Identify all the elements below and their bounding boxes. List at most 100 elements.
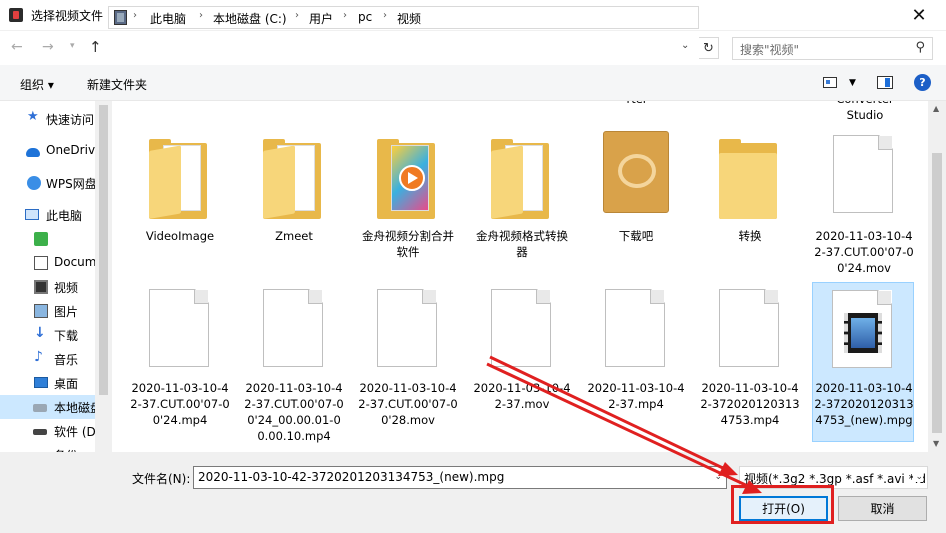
sidebar-item-green-app[interactable] bbox=[0, 227, 95, 251]
file-item-label: 2020-11-03-10-42-37.CUT.00'07-00'28.mov bbox=[358, 381, 458, 427]
file-item-label: 转换 bbox=[738, 229, 762, 243]
folder-item[interactable]: 转换 bbox=[699, 133, 801, 263]
folder-item[interactable]: VideoImage bbox=[129, 133, 231, 263]
sidebar-item-documents[interactable]: Documents bbox=[0, 251, 95, 275]
view-options-chevron-icon[interactable]: ▼ bbox=[849, 78, 856, 88]
filename-input[interactable]: 2020-11-03-10-42-3720201203134753_(new).… bbox=[193, 466, 727, 489]
filename-value: 2020-11-03-10-42-3720201203134753_(new).… bbox=[198, 470, 505, 484]
music-icon: ♪ bbox=[34, 349, 43, 365]
sidebar-item-local-disk-c[interactable]: 本地磁盘 (C:) bbox=[0, 395, 95, 419]
sidebar-item-onedrive[interactable]: OneDrive bbox=[0, 139, 95, 163]
computer-icon bbox=[25, 209, 39, 220]
sidebar-item-desktop[interactable]: 桌面 bbox=[0, 371, 95, 395]
file-item-label: 2020-11-03-10-42-37.CUT.00'07-00'24_00.0… bbox=[244, 381, 344, 443]
close-button[interactable]: ✕ bbox=[898, 0, 940, 31]
sidebar-item-label: 音乐 bbox=[54, 353, 79, 367]
breadcrumb-this-pc[interactable]: 此电脑 bbox=[150, 10, 186, 27]
sidebar-item-this-pc[interactable]: 此电脑 bbox=[0, 203, 95, 227]
scroll-up-arrow-icon[interactable]: ▲ bbox=[933, 104, 939, 113]
sidebar-item-label: Documents bbox=[54, 255, 95, 269]
address-dropdown-chevron-icon[interactable]: ⌄ bbox=[681, 40, 689, 51]
sidebar-item-label: 快速访问 bbox=[46, 113, 95, 127]
sidebar-item-music[interactable]: ♪ 音乐 bbox=[0, 347, 95, 371]
wps-cloud-icon bbox=[27, 176, 41, 190]
preview-pane-icon[interactable] bbox=[877, 76, 893, 89]
recent-locations-chevron-icon[interactable]: ▾ bbox=[70, 41, 75, 51]
folder-item[interactable]: 金舟视频格式转换器 bbox=[471, 133, 573, 263]
file-item-label: 下载吧 bbox=[618, 229, 654, 243]
forward-arrow-icon[interactable]: → bbox=[42, 39, 54, 55]
filename-history-chevron-icon[interactable]: ⌄ bbox=[714, 472, 722, 482]
breadcrumb-separator[interactable]: › bbox=[383, 10, 387, 21]
sidebar-item-downloads[interactable]: ↓ 下载 bbox=[0, 323, 95, 347]
picture-icon bbox=[34, 304, 48, 318]
help-icon[interactable]: ? bbox=[914, 74, 931, 91]
organize-menu-button[interactable]: 组织 ▾ bbox=[20, 76, 54, 93]
file-item[interactable]: 2020-11-03-10-42-37.mov bbox=[471, 287, 573, 437]
file-icon bbox=[149, 289, 209, 367]
refresh-icon[interactable]: ↻ bbox=[699, 37, 719, 59]
breadcrumb-separator[interactable]: › bbox=[199, 10, 203, 21]
file-item-label: 2020-11-03-10-42-3720201203134753_(new).… bbox=[814, 381, 914, 427]
breadcrumb-pc[interactable]: pc bbox=[358, 10, 372, 24]
breadcrumb-separator[interactable]: › bbox=[295, 10, 299, 21]
highlight-annotation-box bbox=[731, 485, 834, 524]
file-item-selected[interactable]: 2020-11-03-10-42-3720201203134753_(new).… bbox=[812, 282, 914, 442]
scrollbar-thumb[interactable] bbox=[99, 105, 108, 395]
back-arrow-icon[interactable]: ← bbox=[11, 39, 23, 55]
file-type-chevron-icon[interactable]: ⌄ bbox=[913, 472, 923, 482]
file-icon bbox=[263, 289, 323, 367]
window-title: 选择视频文件 bbox=[31, 9, 104, 23]
file-item[interactable]: 2020-11-03-10-42-37.CUT.00'07-00'24.mov bbox=[813, 133, 915, 275]
sidebar-item-label: 此电脑 bbox=[46, 209, 83, 223]
sidebar-item-label: 下载 bbox=[54, 329, 79, 343]
file-item[interactable]: 2020-11-03-10-42-37.CUT.00'07-00'28.mov bbox=[357, 287, 459, 437]
file-item-partial[interactable]: rter bbox=[586, 101, 688, 111]
scrollbar-thumb[interactable] bbox=[932, 153, 942, 433]
sidebar-item-label: 图片 bbox=[54, 305, 79, 319]
folder-item[interactable]: Zmeet bbox=[243, 133, 345, 263]
desktop-icon bbox=[34, 377, 48, 388]
document-icon bbox=[34, 256, 48, 270]
navigation-scrollbar[interactable] bbox=[95, 101, 112, 452]
cancel-button[interactable]: 取消 bbox=[838, 496, 927, 521]
star-icon: ★ bbox=[27, 109, 39, 124]
sidebar-item-backup[interactable]: 备份 bbox=[0, 443, 95, 452]
breadcrumb-videos[interactable]: 视频 bbox=[397, 10, 421, 27]
file-icon bbox=[377, 289, 437, 367]
folder-item[interactable]: 金舟视频分割合并软件 bbox=[357, 133, 459, 263]
breadcrumb-users[interactable]: 用户 bbox=[309, 10, 333, 27]
change-view-icon[interactable] bbox=[823, 77, 837, 88]
folder-item[interactable]: 下载吧 bbox=[585, 131, 687, 263]
search-input[interactable]: 搜索"视频" ⚲ bbox=[732, 37, 933, 60]
breadcrumb-separator[interactable]: › bbox=[133, 10, 137, 21]
folder-icon bbox=[491, 139, 549, 219]
sidebar-item-quick-access[interactable]: ★ 快速访问 bbox=[0, 107, 95, 131]
folder-icon bbox=[263, 139, 321, 219]
file-icon bbox=[719, 289, 779, 367]
sidebar-item-pictures[interactable]: 图片 bbox=[0, 299, 95, 323]
file-item[interactable]: 2020-11-03-10-42-37.mp4 bbox=[585, 287, 687, 437]
address-bar[interactable]: › 此电脑 › 本地磁盘 (C:) › 用户 › pc › 视频 bbox=[108, 6, 699, 29]
file-item-label: Zmeet bbox=[275, 229, 313, 243]
file-item-label: 金舟视频格式转换器 bbox=[476, 229, 568, 259]
command-toolbar: 组织 ▾ 新建文件夹 ▼ ? bbox=[0, 65, 946, 101]
content-scrollbar[interactable]: ▲ ▼ bbox=[928, 101, 946, 452]
file-item[interactable]: 2020-11-03-10-42-3720201203134753.mp4 bbox=[699, 287, 801, 437]
up-arrow-icon[interactable]: ↑ bbox=[89, 38, 102, 56]
file-icon bbox=[491, 289, 551, 367]
sidebar-item-wps-cloud[interactable]: WPS网盘 bbox=[0, 171, 95, 195]
file-item-label: 2020-11-03-10-42-37.mp4 bbox=[587, 381, 685, 411]
file-item-partial[interactable]: Converter Studio bbox=[814, 101, 916, 127]
file-item[interactable]: 2020-11-03-10-42-37.CUT.00'07-00'24.mp4 bbox=[129, 287, 231, 437]
file-icon bbox=[833, 135, 893, 213]
breadcrumb-local-disk[interactable]: 本地磁盘 (C:) bbox=[213, 10, 287, 27]
search-icon[interactable]: ⚲ bbox=[915, 40, 925, 55]
sidebar-item-videos[interactable]: 视频 bbox=[0, 275, 95, 299]
scroll-down-arrow-icon[interactable]: ▼ bbox=[933, 439, 939, 448]
file-item[interactable]: 2020-11-03-10-42-37.CUT.00'07-00'24_00.0… bbox=[243, 287, 345, 443]
breadcrumb-separator[interactable]: › bbox=[343, 10, 347, 21]
new-folder-button[interactable]: 新建文件夹 bbox=[87, 76, 147, 93]
baidu-netdisk-folder-icon bbox=[603, 131, 669, 213]
sidebar-item-drive-d[interactable]: 软件 (D:) bbox=[0, 419, 95, 443]
